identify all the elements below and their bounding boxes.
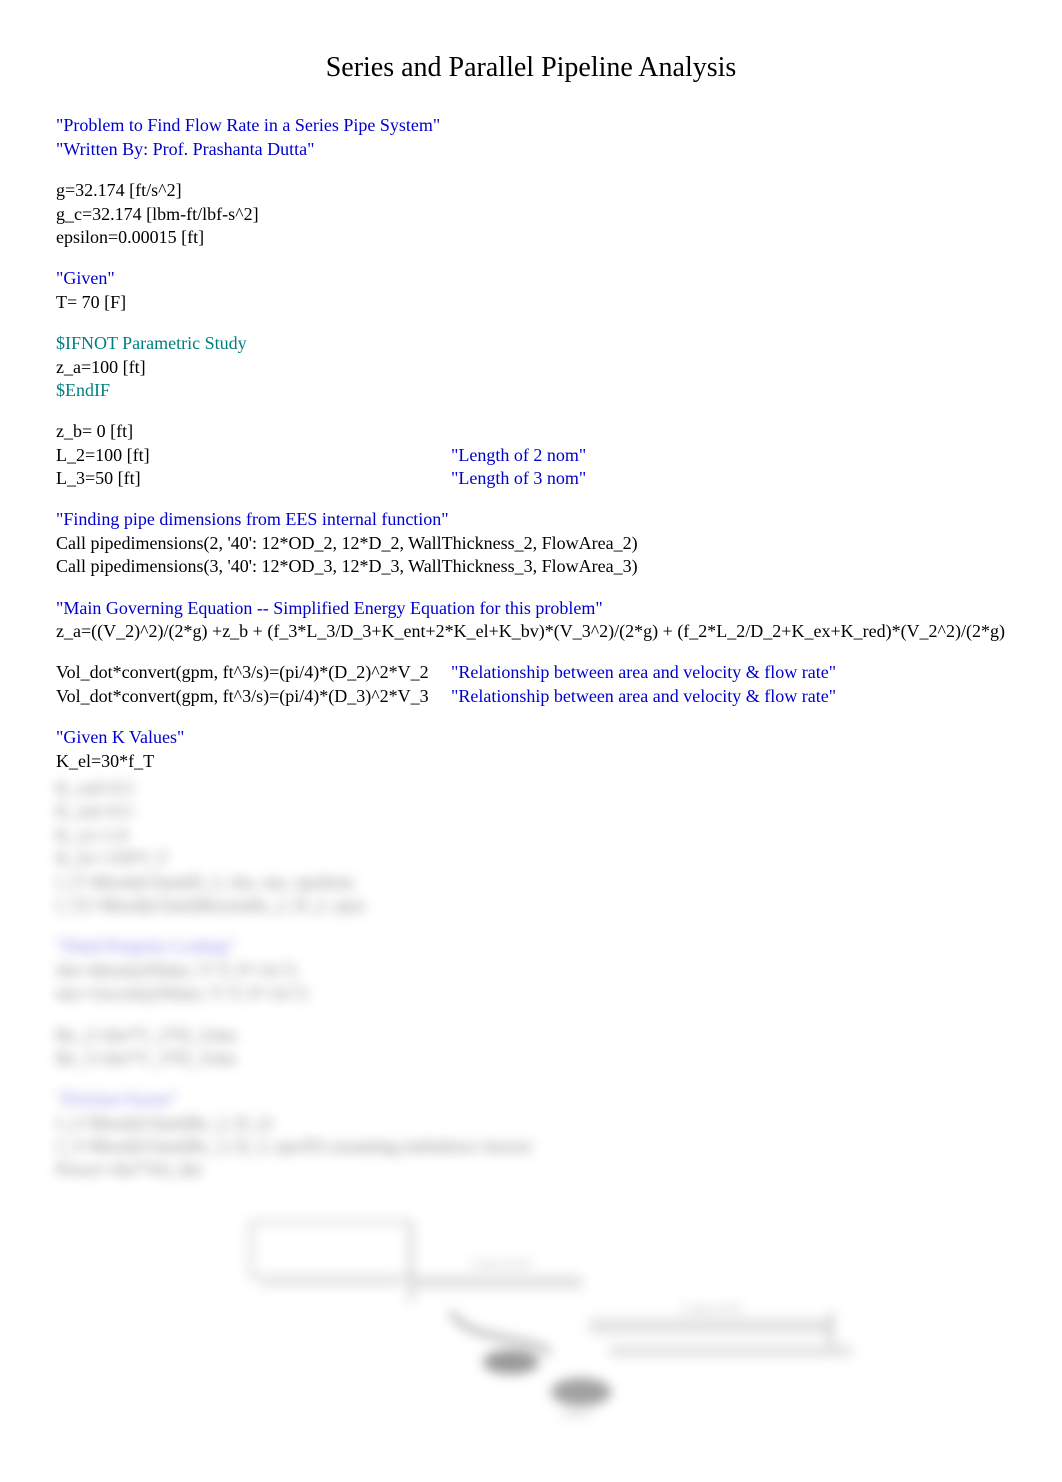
- voldot2-eq: Vol_dot*convert(gpm, ft^3/s)=(pi/4)*(D_3…: [56, 685, 451, 708]
- blurred-section-head: "Fluid Property Lookup": [56, 935, 1006, 958]
- voldot2-row: Vol_dot*convert(gpm, ft^3/s)=(pi/4)*(D_3…: [56, 685, 1006, 708]
- svg-text:3 nom sch 40: 3 nom sch 40: [471, 1258, 530, 1270]
- voldot1-comment: "Relationship between area and velocity …: [451, 661, 1006, 684]
- blurred-content: K_red=0.5 K_ent=0.5 K_ex=1.0 K_bv=150*f_…: [56, 777, 1006, 1182]
- l3-row: L_3=50 [ft] "Length of 3 nom": [56, 467, 1006, 490]
- blurred-line: K_bv=150*f_T: [56, 847, 1006, 870]
- blurred-line: Re_3=rho*V_3*D_3/mu: [56, 1047, 1006, 1070]
- blurred-line: K_red=0.5: [56, 777, 1006, 800]
- pipeline-diagram: 3 nom sch 40 reducer 2 nom sch 40: [211, 1212, 851, 1432]
- blurred-line: K_ex=1.0: [56, 824, 1006, 847]
- k-el: K_el=30*f_T: [56, 750, 1006, 773]
- z-b: z_b= 0 [ft]: [56, 420, 1006, 443]
- voldot1-row: Vol_dot*convert(gpm, ft^3/s)=(pi/4)*(D_2…: [56, 661, 1006, 684]
- main-equation: z_a=((V_2)^2)/(2*g) +z_b + (f_3*L_3/D_3+…: [56, 620, 1006, 643]
- blurred-line: f_T2=MoodyChart(Reynolds_2, D_2, eps): [56, 894, 1006, 917]
- page-title: Series and Parallel Pipeline Analysis: [56, 50, 1006, 86]
- constant-g: g=32.174 [ft/s^2]: [56, 179, 1006, 202]
- section-main-eq: "Main Governing Equation -- Simplified E…: [56, 597, 1006, 620]
- l3-comment: "Length of 3 nom": [451, 467, 1006, 490]
- blurred-line: rho=density(Water, T=T, P=14.7): [56, 959, 1006, 982]
- diagram-container: 3 nom sch 40 reducer 2 nom sch 40: [56, 1212, 1006, 1432]
- blurred-line: Re_2=rho*V_2*D_2/mu: [56, 1024, 1006, 1047]
- blurred-line: f_2=MoodyChart(Re_2, D_2): [56, 1112, 1006, 1135]
- blurred-line: K_ent=0.5: [56, 800, 1006, 823]
- svg-text:reducer: reducer: [561, 1409, 592, 1420]
- l2-value: L_2=100 [ft]: [56, 444, 451, 467]
- call-pipe-2: Call pipedimensions(2, '40': 12*OD_2, 12…: [56, 532, 1006, 555]
- directive-endif: $EndIF: [56, 379, 1006, 402]
- blurred-line: f_3=MoodyChart(Re_3, D_3, eps/D3 assumin…: [56, 1135, 1006, 1158]
- l2-comment: "Length of 2 nom": [451, 444, 1006, 467]
- blurred-section-head: "Friction Factor": [56, 1088, 1006, 1111]
- svg-text:2 nom sch 40: 2 nom sch 40: [681, 1303, 740, 1315]
- blurred-line: mu=viscosity(Water, T=T, P=14.7): [56, 982, 1006, 1005]
- given-label: "Given": [56, 267, 1006, 290]
- section-k-values: "Given K Values": [56, 726, 1006, 749]
- section-pipe-dims: "Finding pipe dimensions from EES intern…: [56, 508, 1006, 531]
- constant-epsilon: epsilon=0.00015 [ft]: [56, 226, 1006, 249]
- directive-ifnot: $IFNOT Parametric Study: [56, 332, 1006, 355]
- blurred-line: f_T=MoodyChart(D_2, rho, mu, epsilon): [56, 871, 1006, 894]
- l3-value: L_3=50 [ft]: [56, 467, 451, 490]
- z-a: z_a=100 [ft]: [56, 356, 1006, 379]
- voldot2-comment: "Relationship between area and velocity …: [451, 685, 1006, 708]
- author-line: "Written By: Prof. Prashanta Dutta": [56, 138, 1006, 161]
- l2-row: L_2=100 [ft] "Length of 2 nom": [56, 444, 1006, 467]
- problem-statement: "Problem to Find Flow Rate in a Series P…: [56, 114, 1006, 137]
- blurred-line: Power=rho*Vol_dot: [56, 1158, 1006, 1181]
- voldot1-eq: Vol_dot*convert(gpm, ft^3/s)=(pi/4)*(D_2…: [56, 661, 451, 684]
- call-pipe-3: Call pipedimensions(3, '40': 12*OD_3, 12…: [56, 555, 1006, 578]
- given-t: T= 70 [F]: [56, 291, 1006, 314]
- constant-gc: g_c=32.174 [lbm-ft/lbf-s^2]: [56, 203, 1006, 226]
